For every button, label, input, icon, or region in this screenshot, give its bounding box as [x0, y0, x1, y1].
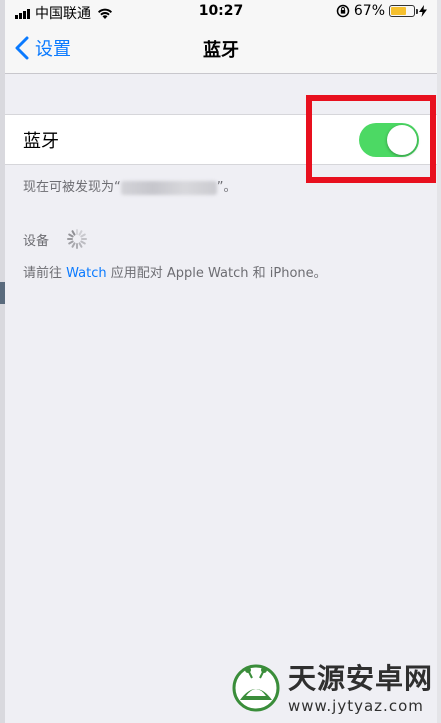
watch-note-prefix: 请前往	[23, 266, 67, 281]
spinner-spoke	[80, 240, 86, 245]
bluetooth-label: 蓝牙	[23, 131, 59, 152]
right-edge-strip	[437, 0, 441, 723]
devices-section-header: 设备	[23, 227, 89, 251]
discoverable-suffix: ”。	[216, 180, 237, 195]
watermark: 天源安卓网 www.jytyaz.com	[230, 657, 433, 715]
status-bar: 中国联通 10:27 67%	[5, 0, 437, 24]
watch-app-link[interactable]: Watch	[66, 266, 106, 281]
spinner-spoke	[68, 233, 74, 238]
highlight-box	[306, 95, 436, 183]
watch-note-suffix: 应用配对 Apple Watch 和 iPhone。	[106, 266, 327, 281]
phone-screen: 中国联通 10:27 67% 设置 蓝牙 蓝牙 现在可被发现为“ ”。 设备 请…	[5, 0, 437, 723]
discoverable-text: 现在可被发现为“ ”。	[23, 176, 237, 195]
watermark-name: 天源安卓网	[287, 662, 433, 695]
battery-percent: 67%	[353, 3, 385, 19]
watermark-logo-icon	[232, 664, 280, 712]
watermark-text: 天源安卓网 www.jytyaz.com	[288, 657, 433, 715]
watermark-url: www.jytyaz.com	[287, 697, 424, 715]
charging-icon	[419, 5, 427, 17]
spinner-spoke	[71, 242, 76, 248]
spinner-spoke	[80, 233, 86, 238]
page-title: 蓝牙	[203, 40, 239, 61]
spinner-spoke	[78, 242, 83, 248]
battery-fill	[391, 7, 406, 15]
status-right: 67%	[336, 3, 427, 19]
rotation-lock-icon	[336, 4, 350, 18]
discoverable-prefix: 现在可被发现为“	[23, 180, 121, 195]
spinner-spoke	[71, 230, 76, 236]
navigation-bar: 设置 蓝牙	[5, 24, 437, 74]
devices-header-label: 设备	[23, 233, 50, 249]
spinner-spoke	[78, 230, 83, 236]
blurred-device-name	[120, 180, 217, 195]
battery-icon	[389, 5, 418, 17]
loading-spinner-icon	[67, 229, 88, 249]
spinner-spoke	[68, 240, 74, 245]
watch-pairing-note: 请前往 Watch 应用配对 Apple Watch 和 iPhone。	[23, 262, 327, 281]
